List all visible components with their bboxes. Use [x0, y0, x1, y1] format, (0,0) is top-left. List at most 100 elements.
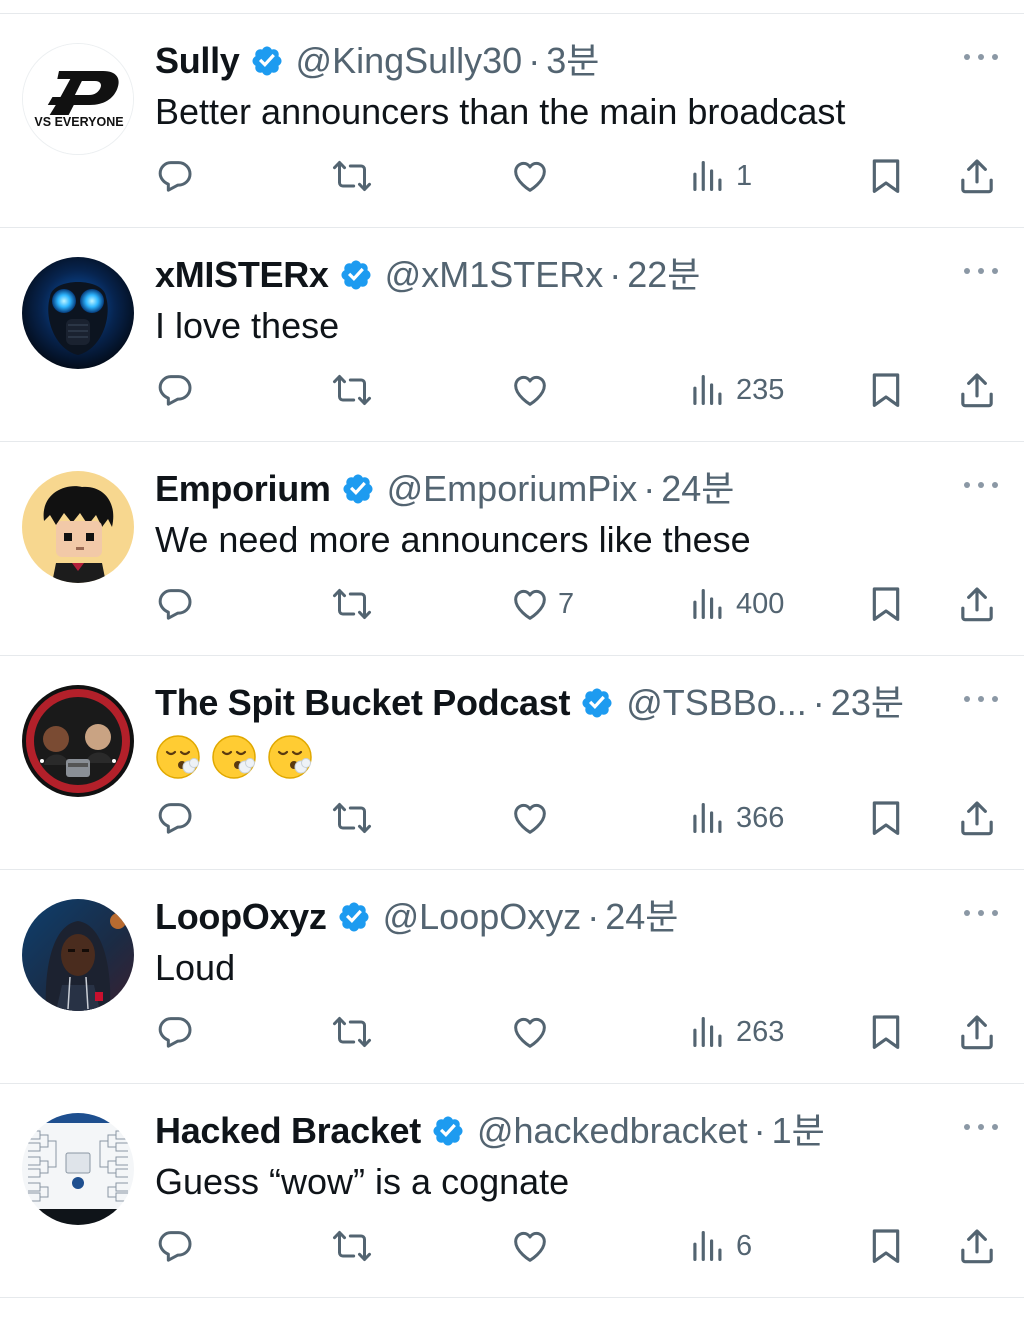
- tweet-item[interactable]: The Spit Bucket Podcast @TSBBo... · 23분: [0, 656, 1024, 870]
- share-button[interactable]: [957, 368, 997, 412]
- views-button[interactable]: 6: [688, 1224, 752, 1268]
- user-handle[interactable]: @TSBBo...: [626, 680, 807, 726]
- like-button[interactable]: [510, 796, 558, 840]
- timestamp[interactable]: 22분: [627, 252, 700, 298]
- separator-dot: ·: [528, 40, 541, 81]
- timestamp[interactable]: 3분: [546, 38, 599, 84]
- timestamp[interactable]: 24분: [605, 894, 678, 940]
- separator-dot: ·: [812, 682, 825, 723]
- reply-button[interactable]: [155, 1010, 195, 1054]
- retweet-button[interactable]: [332, 154, 372, 198]
- reply-button[interactable]: [155, 796, 195, 840]
- views-button[interactable]: 235: [688, 368, 784, 412]
- podcast-logo-avatar: [22, 685, 134, 797]
- tweet-item[interactable]: LoopOxyz @LoopOxyz · 24분 Loud 263: [0, 870, 1024, 1084]
- like-button[interactable]: [510, 1010, 558, 1054]
- hooded-figure-avatar: [22, 899, 134, 1011]
- share-button[interactable]: [957, 1224, 997, 1268]
- timestamp[interactable]: 23분: [831, 680, 904, 726]
- views-button[interactable]: 400: [688, 582, 784, 626]
- avatar[interactable]: [22, 899, 134, 1011]
- ellipsis-icon[interactable]: [964, 475, 998, 495]
- user-handle[interactable]: @KingSully30: [296, 38, 523, 84]
- share-button[interactable]: [957, 154, 997, 198]
- ellipsis-icon[interactable]: [964, 47, 998, 67]
- tweet-item[interactable]: VS EVERYONE Sully @KingSully30 · 3분 Bett…: [0, 14, 1024, 228]
- bookmark-button[interactable]: [866, 1224, 906, 1268]
- reply-button[interactable]: [155, 582, 195, 626]
- tweet-emoji-row: [155, 734, 313, 780]
- avatar[interactable]: [22, 471, 134, 583]
- bookmark-button[interactable]: [866, 796, 906, 840]
- share-button[interactable]: [957, 1010, 997, 1054]
- retweet-button[interactable]: [332, 796, 372, 840]
- display-name[interactable]: The Spit Bucket Podcast: [155, 680, 570, 726]
- verified-badge-icon: [343, 474, 373, 504]
- avatar[interactable]: [22, 1113, 134, 1225]
- views-button[interactable]: 366: [688, 796, 784, 840]
- bar-chart-icon: [693, 1017, 722, 1047]
- bar-chart-icon: [693, 803, 722, 833]
- bookmark-icon: [872, 159, 900, 193]
- retweet-button[interactable]: [332, 582, 372, 626]
- display-name[interactable]: xMISTERx: [155, 252, 329, 298]
- tweet-item[interactable]: Emporium @EmporiumPix · 24분 We need more…: [0, 442, 1024, 656]
- bar-chart-icon: [693, 161, 722, 191]
- display-name[interactable]: Hacked Bracket: [155, 1108, 421, 1154]
- timestamp[interactable]: 1분: [772, 1108, 825, 1154]
- retweet-button[interactable]: [332, 1010, 372, 1054]
- bookmark-button[interactable]: [866, 1010, 906, 1054]
- bookmark-button[interactable]: [866, 582, 906, 626]
- face-exhaling-emoji-icon: [268, 735, 312, 779]
- bar-chart-icon: [693, 375, 722, 405]
- tweet-item[interactable]: xMISTERx @xM1STERx · 22분 I love these 23…: [0, 228, 1024, 442]
- reply-button[interactable]: [155, 368, 195, 412]
- bookmark-icon: [872, 1015, 900, 1049]
- reply-button[interactable]: [155, 1224, 195, 1268]
- like-button[interactable]: [510, 154, 558, 198]
- user-handle[interactable]: @LoopOxyz: [383, 894, 582, 940]
- user-handle[interactable]: @EmporiumPix: [387, 466, 638, 512]
- view-count: 6: [736, 1229, 753, 1262]
- view-count: 400: [736, 587, 785, 620]
- avatar[interactable]: VS EVERYONE: [22, 43, 134, 155]
- reply-button[interactable]: [155, 154, 195, 198]
- avatar[interactable]: [22, 257, 134, 369]
- avatar[interactable]: [22, 685, 134, 797]
- like-button[interactable]: [510, 368, 558, 412]
- retweet-button[interactable]: [332, 1224, 372, 1268]
- reply-feed: VS EVERYONE Sully @KingSully30 · 3분 Bett…: [0, 14, 1024, 1298]
- speech-bubble-icon: [158, 375, 192, 406]
- action-bar: 263: [0, 1010, 1024, 1054]
- speech-bubble-icon: [158, 1231, 192, 1262]
- share-button[interactable]: [957, 582, 997, 626]
- retweet-arrows-icon: [333, 803, 371, 833]
- like-button[interactable]: [510, 1224, 558, 1268]
- timestamp[interactable]: 24분: [661, 466, 734, 512]
- tweet-item[interactable]: Hacked Bracket @hackedbracket · 1분 Guess…: [0, 1084, 1024, 1298]
- display-name[interactable]: Sully: [155, 38, 240, 84]
- verified-badge-icon: [339, 902, 369, 932]
- like-button[interactable]: 7: [510, 582, 574, 626]
- bookmark-button[interactable]: [866, 154, 906, 198]
- share-button[interactable]: [957, 796, 997, 840]
- bracket-image-avatar: [22, 1113, 134, 1225]
- action-bar: 235: [0, 368, 1024, 412]
- ellipsis-icon[interactable]: [964, 1117, 998, 1137]
- display-name[interactable]: LoopOxyz: [155, 894, 327, 940]
- ellipsis-icon[interactable]: [964, 261, 998, 281]
- ellipsis-icon[interactable]: [964, 903, 998, 923]
- verified-badge-icon: [341, 260, 371, 290]
- views-button[interactable]: 263: [688, 1010, 784, 1054]
- speech-bubble-icon: [158, 803, 192, 834]
- view-count: 1: [736, 159, 753, 192]
- ellipsis-icon[interactable]: [964, 689, 998, 709]
- action-bar: 366: [0, 796, 1024, 840]
- user-handle[interactable]: @hackedbracket: [477, 1108, 748, 1154]
- display-name[interactable]: Emporium: [155, 466, 331, 512]
- user-handle[interactable]: @xM1STERx: [385, 252, 604, 298]
- retweet-button[interactable]: [332, 368, 372, 412]
- views-button[interactable]: 1: [688, 154, 752, 198]
- verified-badge-icon: [433, 1116, 463, 1146]
- bookmark-button[interactable]: [866, 368, 906, 412]
